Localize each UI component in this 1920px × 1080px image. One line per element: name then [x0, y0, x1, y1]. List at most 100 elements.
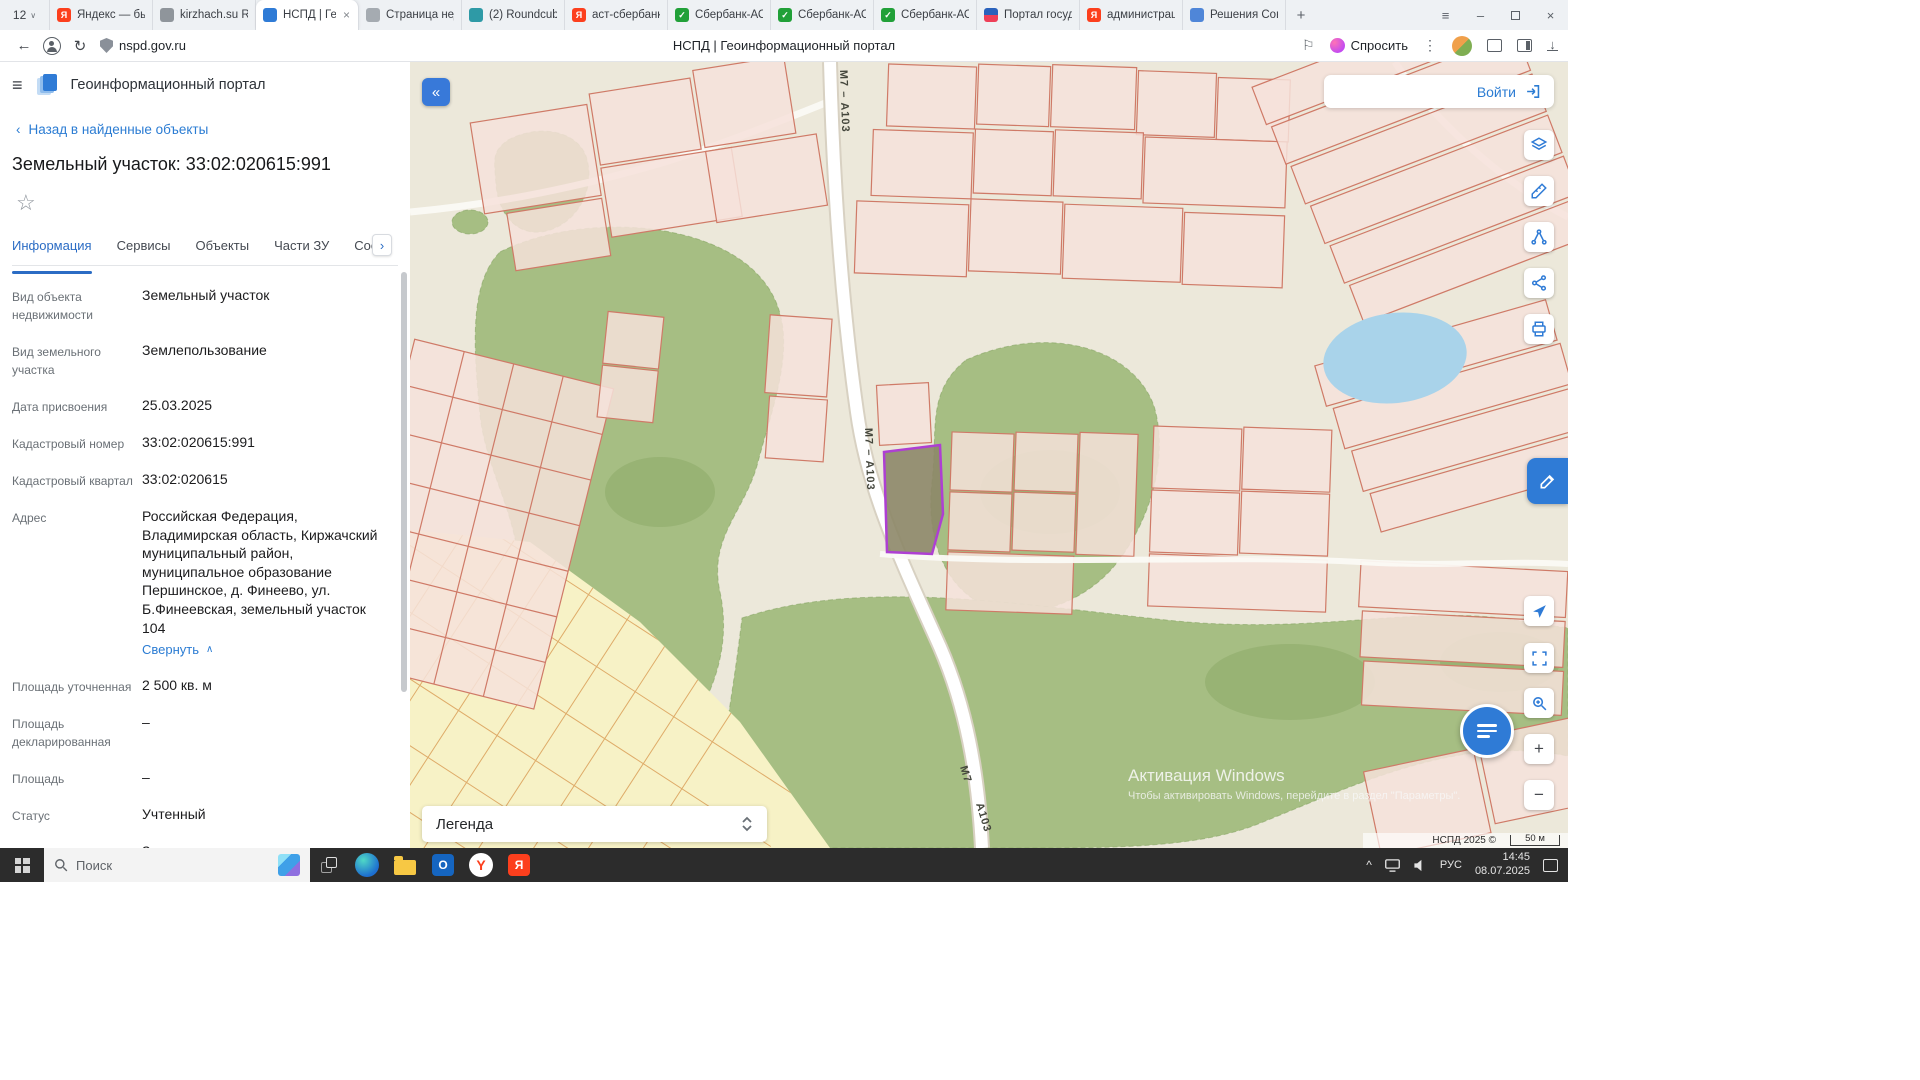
measure-button[interactable]	[1524, 222, 1554, 252]
attribute-row: Площадь –	[12, 768, 392, 788]
expand-collapse-icon	[741, 816, 753, 832]
browser-tab[interactable]: ✓ Сбербанк-АС	[874, 0, 977, 30]
browser-tab[interactable]: НСПД | Гео ×	[256, 0, 359, 30]
edge-browser-button[interactable]	[348, 848, 386, 882]
zoom-area-button[interactable]	[1524, 688, 1554, 718]
window-close-button[interactable]: ×	[1533, 0, 1568, 30]
language-indicator[interactable]: РУС	[1440, 859, 1462, 871]
svg-text:М7 – А103: М7 – А103	[837, 70, 851, 133]
taskbar-search-box[interactable]: Поиск	[44, 848, 310, 882]
yandex-browser-button[interactable]: Y	[462, 848, 500, 882]
attribute-row: Площадь уточненная 2 500 кв. м	[12, 676, 392, 696]
tab-counter-button[interactable]: 12∨	[0, 0, 50, 30]
url-field[interactable]: nspd.gov.ru	[100, 38, 186, 53]
attribute-value: –	[142, 713, 392, 732]
refresh-icon[interactable]: ↻	[66, 37, 94, 55]
attribute-row: Площадь декларированная –	[12, 713, 392, 751]
measure-icon	[1530, 228, 1548, 246]
browser-tab[interactable]: Решения Сов	[1183, 0, 1286, 30]
panel-collapse-button[interactable]: «	[422, 78, 450, 106]
clock-time: 14:45	[1475, 851, 1530, 865]
outlook-button[interactable]: O	[424, 848, 462, 882]
map-canvas[interactable]: М7 – А103 М7 – А103 М7 А103	[410, 62, 1568, 848]
attributes-list: Вид объекта недвижимости Земельный участ…	[12, 286, 392, 848]
browser-tab[interactable]: ✓ Сбербанк-АС	[668, 0, 771, 30]
legend-toggle[interactable]: Легенда	[422, 806, 767, 842]
tab-title: (2) Roundcub	[489, 9, 557, 21]
windows-logo-icon	[15, 858, 30, 873]
browser-tab[interactable]: Страница нед	[359, 0, 462, 30]
panel-tab[interactable]: Сервисы	[117, 238, 171, 265]
taskbar-clock[interactable]: 14:45 08.07.2025	[1475, 851, 1530, 879]
layers-button[interactable]	[1524, 130, 1554, 160]
zoom-in-button[interactable]: +	[1524, 734, 1554, 764]
selected-parcel[interactable]	[884, 445, 943, 554]
favorite-star-icon[interactable]: ☆	[16, 190, 36, 216]
tab-favicon: Я	[57, 8, 71, 22]
feedback-button[interactable]	[1527, 458, 1568, 504]
login-button[interactable]: Войти	[1324, 75, 1554, 108]
ruler-button[interactable]	[1524, 176, 1554, 206]
yandex-icon: Я	[508, 854, 530, 876]
speaker-icon[interactable]	[1413, 859, 1427, 872]
bookmark-flag-icon[interactable]: ⚐	[1302, 37, 1315, 54]
browser-menu-icon[interactable]: ≡	[1428, 0, 1463, 30]
kebab-menu-icon[interactable]: ⋮	[1423, 37, 1437, 54]
alice-icon	[1330, 38, 1345, 53]
yandex-app-button[interactable]: Я	[500, 848, 538, 882]
task-view-button[interactable]	[310, 848, 348, 882]
zoom-out-button[interactable]: −	[1524, 780, 1554, 810]
tab-favicon: Я	[572, 8, 586, 22]
action-center-icon[interactable]	[1543, 859, 1558, 872]
browser-tab[interactable]: (2) Roundcub	[462, 0, 565, 30]
locate-button[interactable]	[1524, 596, 1554, 626]
browser-tab[interactable]: ✓ Сбербанк-АС	[771, 0, 874, 30]
tray-expand-icon[interactable]: ^	[1366, 858, 1372, 872]
browser-tab[interactable]: Я Яндекс — бы	[50, 0, 153, 30]
tab-close-icon[interactable]: ×	[342, 8, 351, 22]
yandex-browser-icon: Y	[469, 853, 493, 877]
start-button[interactable]	[0, 848, 44, 882]
edge-icon	[355, 853, 379, 877]
back-icon[interactable]: ←	[10, 37, 38, 54]
hamburger-menu-icon[interactable]: ≡	[12, 75, 23, 96]
back-to-results-link[interactable]: ‹ Назад в найденные объекты	[16, 122, 208, 137]
window-minimize-button[interactable]: –	[1463, 0, 1498, 30]
login-label: Войти	[1477, 84, 1516, 100]
network-icon[interactable]	[1385, 859, 1400, 872]
chat-button[interactable]	[1460, 704, 1514, 758]
panel-tab[interactable]: Объекты	[195, 238, 249, 265]
print-button[interactable]	[1524, 314, 1554, 344]
side-panel-icon[interactable]	[1517, 39, 1532, 52]
share-button[interactable]	[1524, 268, 1554, 298]
print-icon	[1530, 320, 1548, 338]
outlook-icon: O	[432, 854, 454, 876]
file-explorer-button[interactable]	[386, 848, 424, 882]
browser-tab[interactable]: Я администрац	[1080, 0, 1183, 30]
url-text: nspd.gov.ru	[119, 38, 186, 53]
attribute-row: Кадастровый номер 33:02:020615:991	[12, 433, 392, 453]
browser-tab[interactable]: Портал госуд	[977, 0, 1080, 30]
extent-button[interactable]	[1524, 643, 1554, 673]
collections-icon[interactable]	[1487, 39, 1502, 52]
profile-icon[interactable]	[38, 37, 66, 55]
browser-tab[interactable]: kirzhach.su Re	[153, 0, 256, 30]
attribute-value: –	[142, 768, 392, 787]
collapse-address-link[interactable]: Свернуть∧	[142, 642, 213, 657]
downloads-icon[interactable]: ↓	[1547, 40, 1558, 52]
attribute-value: Земельный участок	[142, 286, 392, 305]
user-avatar[interactable]	[1452, 36, 1472, 56]
panel-scrollbar[interactable]	[401, 272, 407, 692]
ask-alice-button[interactable]: Спросить	[1330, 38, 1408, 53]
page-title: НСПД | Геоинформационный портал	[673, 38, 895, 53]
panel-tab[interactable]: Части ЗУ	[274, 238, 329, 265]
tabs-scroll-right-button[interactable]: ›	[372, 234, 392, 256]
search-highlight-icon	[278, 854, 300, 876]
new-tab-button[interactable]: +	[1286, 0, 1316, 30]
layers-icon	[1530, 136, 1548, 154]
tab-title: администрац	[1107, 9, 1175, 21]
tab-favicon	[984, 8, 998, 22]
browser-tab[interactable]: Я аст-сбербанк	[565, 0, 668, 30]
window-maximize-button[interactable]	[1498, 0, 1533, 30]
panel-tab[interactable]: Информация	[12, 238, 92, 265]
